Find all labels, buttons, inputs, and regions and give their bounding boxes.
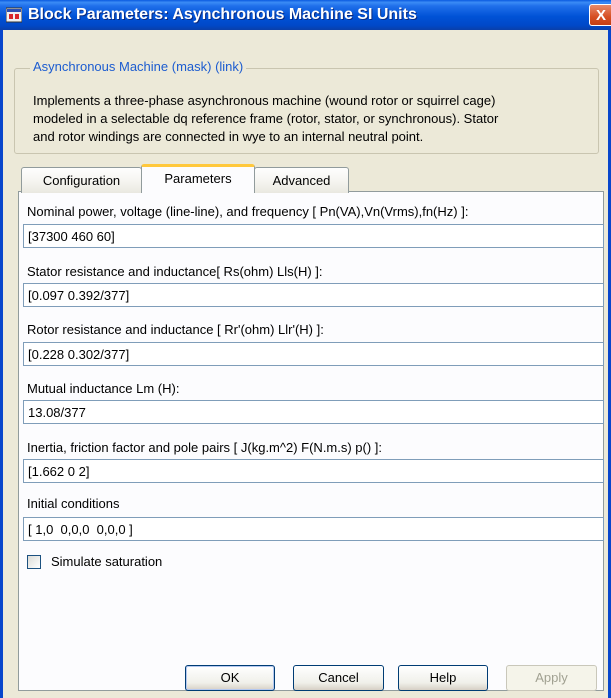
window-title: Block Parameters: Asynchronous Machine S… [28, 6, 417, 23]
description-line: and rotor windings are connected in wye … [33, 129, 424, 144]
help-button[interactable]: Help [398, 665, 488, 691]
simulate-saturation-label[interactable]: Simulate saturation [51, 554, 162, 569]
description-line: Implements a three-phase asynchronous ma… [33, 93, 496, 108]
nominal-values-input[interactable] [23, 224, 604, 248]
mask-description: Implements a three-phase asynchronous ma… [33, 92, 593, 146]
rotor-label: Rotor resistance and inductance [ Rr'(oh… [27, 322, 324, 337]
apply-button[interactable]: Apply [506, 665, 597, 691]
mutual-inductance-input[interactable] [23, 400, 604, 424]
cancel-button[interactable]: Cancel [293, 665, 384, 691]
title-bar[interactable]: Block Parameters: Asynchronous Machine S… [0, 0, 611, 30]
rotor-input[interactable] [23, 342, 604, 366]
description-line: modeled in a selectable dq reference fra… [33, 111, 499, 126]
tab-configuration[interactable]: Configuration [21, 167, 142, 193]
mask-group-title: Asynchronous Machine (mask) (link) [30, 59, 247, 74]
tab-parameters[interactable]: Parameters [141, 164, 255, 193]
close-button[interactable]: X [589, 4, 611, 26]
stator-label: Stator resistance and inductance[ Rs(ohm… [27, 264, 323, 279]
nominal-values-label: Nominal power, voltage (line-line), and … [27, 204, 469, 219]
simulate-saturation-checkbox[interactable] [27, 555, 41, 569]
window-frame-left [0, 30, 3, 698]
initial-conditions-input[interactable] [23, 517, 604, 541]
inertia-input[interactable] [23, 459, 604, 483]
mutual-inductance-label: Mutual inductance Lm (H): [27, 381, 180, 396]
tab-advanced[interactable]: Advanced [254, 167, 349, 193]
simulink-block-icon [6, 7, 22, 23]
stator-input[interactable] [23, 283, 604, 307]
inertia-label: Inertia, friction factor and pole pairs … [27, 440, 383, 455]
initial-conditions-label: Initial conditions [27, 496, 120, 511]
ok-button[interactable]: OK [185, 665, 275, 691]
